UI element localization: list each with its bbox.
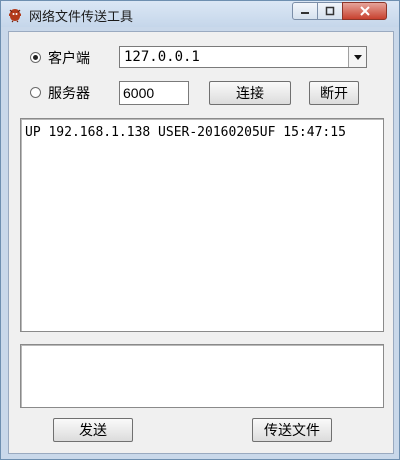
chevron-down-icon [353,54,362,60]
app-icon [9,9,21,23]
maximize-button[interactable] [317,2,343,20]
client-radio[interactable] [30,52,41,63]
close-icon [359,6,370,16]
connect-button[interactable]: 连接 [209,81,291,105]
send-file-button[interactable]: 传送文件 [252,418,332,442]
app-window: 网络文件传送工具 客户端 127.0.0.1 服务器 连接 断开 [0,0,400,460]
title-bar[interactable]: 网络文件传送工具 [1,1,399,27]
minimize-icon [301,12,309,14]
send-button[interactable]: 发送 [53,418,133,442]
address-combobox[interactable]: 127.0.0.1 [119,46,367,68]
address-value: 127.0.0.1 [124,49,200,65]
log-line: UP 192.168.1.138 USER-20160205UF 15:47:1… [25,125,346,140]
server-radio[interactable] [30,87,41,98]
server-radio-label[interactable]: 服务器 [48,83,90,103]
log-textarea[interactable]: UP 192.168.1.138 USER-20160205UF 15:47:1… [20,118,384,332]
window-title: 网络文件传送工具 [29,10,134,25]
close-button[interactable] [342,2,387,20]
client-area: 客户端 127.0.0.1 服务器 连接 断开 UP 192.168.1.138… [8,31,394,454]
port-input[interactable] [119,81,189,105]
maximize-icon [325,6,335,16]
minimize-button[interactable] [292,2,318,20]
client-radio-label[interactable]: 客户端 [48,48,90,68]
message-input[interactable] [20,344,384,408]
disconnect-button[interactable]: 断开 [309,81,359,105]
address-dropdown-button[interactable] [348,47,366,67]
